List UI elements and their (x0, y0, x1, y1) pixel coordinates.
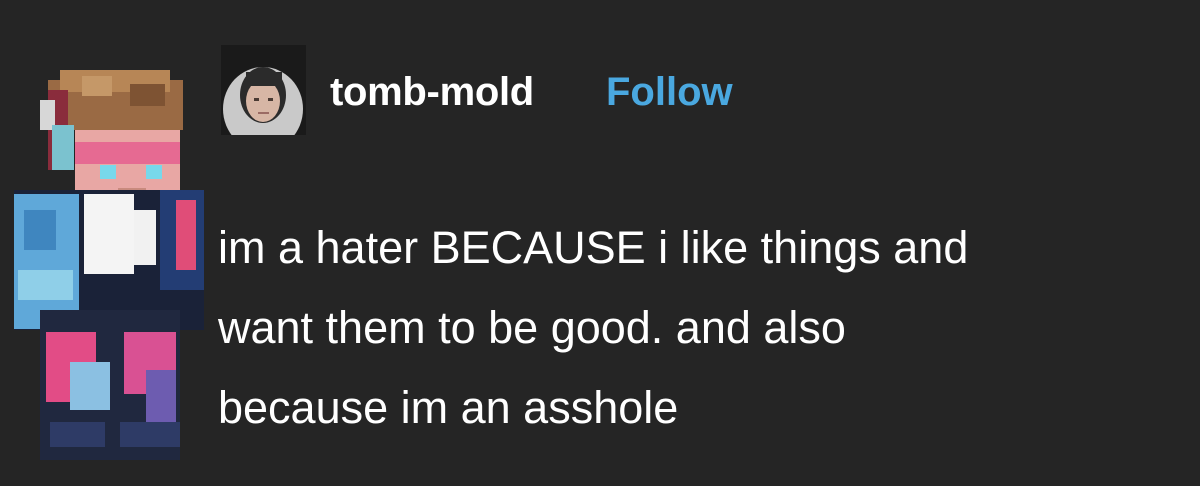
post-body: im a hater BECAUSE i like things and wan… (218, 208, 1193, 448)
post-text-line: because im an asshole (218, 382, 679, 433)
post-author-username[interactable]: tomb-mold (330, 70, 534, 115)
pixel-character-icon (0, 70, 215, 460)
post-text-line: want them to be good. and also (218, 302, 846, 353)
follow-button[interactable]: Follow (606, 70, 733, 115)
post-text-line: im a hater BECAUSE i like things and (218, 222, 969, 273)
user-avatar-icon[interactable] (221, 45, 306, 135)
